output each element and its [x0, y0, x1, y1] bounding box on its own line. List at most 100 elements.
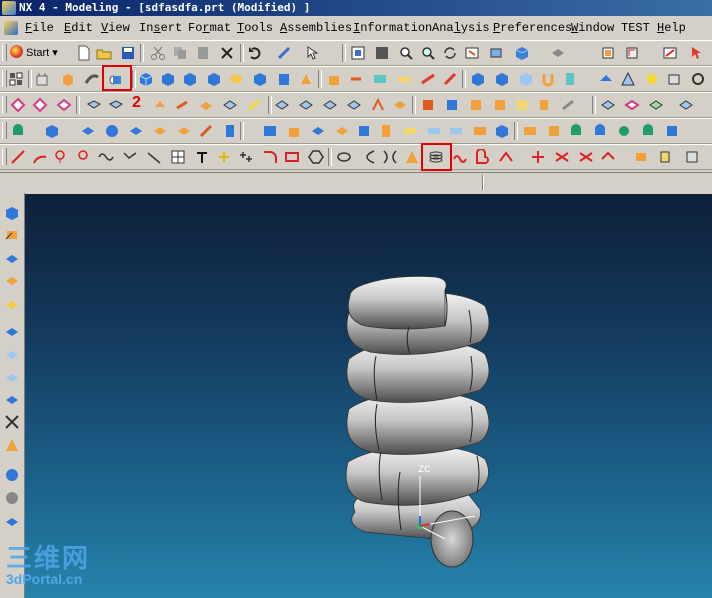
extrude-icon[interactable]	[34, 71, 50, 87]
face-blend-icon[interactable]	[444, 97, 460, 113]
text-icon[interactable]	[194, 149, 210, 165]
polygon-icon[interactable]	[308, 149, 324, 165]
menu-assemblies[interactable]: Assemblies	[279, 18, 353, 38]
unsuppress-feature-icon[interactable]	[174, 97, 190, 113]
law-extension-icon[interactable]	[402, 123, 418, 139]
transition-icon[interactable]	[494, 123, 510, 139]
hd3d-tools-icon[interactable]	[4, 296, 20, 312]
datum-plane-icon[interactable]	[598, 71, 614, 87]
process-studio-icon[interactable]	[4, 437, 20, 453]
repeat-command-icon[interactable]	[276, 45, 292, 61]
playback-icon[interactable]	[246, 97, 262, 113]
edit-positioning-icon[interactable]	[32, 97, 48, 113]
edge-change-icon[interactable]	[392, 97, 408, 113]
suppress-feature-icon[interactable]	[152, 97, 168, 113]
block-icon[interactable]	[138, 71, 154, 87]
general-conic-icon[interactable]	[404, 149, 420, 165]
hyperbola-icon[interactable]	[382, 149, 398, 165]
edit-object-icon[interactable]	[662, 45, 678, 61]
through-curve-mesh-icon[interactable]	[44, 123, 60, 139]
combined-projection-icon[interactable]	[658, 149, 674, 165]
manufacturing-wizards-icon[interactable]	[4, 490, 20, 506]
helix-tube-model[interactable]: ZC	[25, 194, 712, 598]
cylinder-icon[interactable]	[160, 71, 176, 87]
selection-filter-icon[interactable]	[304, 45, 320, 61]
palette-icon[interactable]	[4, 467, 20, 483]
sketch-icon[interactable]	[8, 71, 24, 87]
history-palette-icon[interactable]	[4, 346, 20, 362]
sew-icon[interactable]	[540, 71, 556, 87]
fill-surface-icon[interactable]	[426, 123, 442, 139]
pan-icon[interactable]	[464, 45, 480, 61]
basic-curves-icon[interactable]	[146, 149, 162, 165]
pad-icon[interactable]	[298, 71, 314, 87]
zoom-in-out-icon[interactable]	[420, 45, 436, 61]
visualization-icon[interactable]	[4, 513, 20, 529]
ellipse-icon[interactable]	[336, 149, 352, 165]
parabola-icon[interactable]	[360, 149, 376, 165]
point-icon[interactable]	[644, 71, 660, 87]
unite-icon[interactable]	[470, 71, 486, 87]
multi-point-icon[interactable]	[238, 149, 254, 165]
selection-icon[interactable]	[688, 45, 704, 61]
assembly-navigator-icon[interactable]	[4, 205, 20, 221]
edit-parameters-icon[interactable]	[10, 97, 26, 113]
history-icon[interactable]	[4, 250, 20, 266]
ruled-icon[interactable]	[80, 123, 96, 139]
offset-curve-icon[interactable]	[474, 149, 490, 165]
sine-curve-icon[interactable]	[98, 149, 114, 165]
soft-blend-icon[interactable]	[468, 97, 484, 113]
grid-icon[interactable]	[170, 149, 186, 165]
fillet-curve-icon[interactable]	[262, 149, 278, 165]
wrap-curve-icon[interactable]	[684, 149, 700, 165]
bridge-icon[interactable]	[492, 97, 508, 113]
zoom-window-icon[interactable]	[374, 45, 390, 61]
change-degree-icon[interactable]	[346, 97, 362, 113]
expression-icon[interactable]	[198, 97, 214, 113]
midsurface-icon[interactable]	[448, 123, 464, 139]
system-materials-icon[interactable]	[4, 369, 20, 385]
menu-format[interactable]: Format	[187, 18, 232, 38]
fit-view-icon[interactable]	[350, 45, 366, 61]
blend-icon[interactable]	[420, 71, 436, 87]
chamfer-icon[interactable]	[442, 71, 458, 87]
spline-icon[interactable]	[54, 149, 70, 165]
offset-face-icon[interactable]	[396, 71, 412, 87]
extract-icon[interactable]	[372, 71, 388, 87]
change-stiffness-icon[interactable]	[370, 97, 386, 113]
menu-test[interactable]: TEST	[620, 18, 651, 38]
section-curve-icon[interactable]	[554, 149, 570, 165]
delete-icon[interactable]	[219, 45, 235, 61]
subtract-icon[interactable]	[494, 71, 510, 87]
n-sided-icon[interactable]	[514, 97, 530, 113]
boss-icon[interactable]	[252, 71, 268, 87]
four-point-surface-icon[interactable]	[378, 123, 394, 139]
web-browser-icon[interactable]	[4, 323, 20, 339]
start-button[interactable]: Start ▾	[10, 44, 58, 62]
toolbar-grip[interactable]	[2, 122, 7, 139]
move-feature-icon[interactable]	[56, 97, 72, 113]
sphere-icon[interactable]	[206, 71, 222, 87]
helix-point-icon[interactable]	[76, 149, 92, 165]
deviation-icon[interactable]	[648, 97, 664, 113]
revolve-icon[interactable]	[60, 71, 76, 87]
surface-analysis-icon[interactable]	[600, 97, 616, 113]
toolbar-grip[interactable]	[2, 96, 7, 113]
drafting-icon[interactable]	[420, 97, 436, 113]
swept-icon[interactable]	[104, 123, 120, 139]
roles-icon[interactable]	[4, 414, 20, 430]
menu-view[interactable]: View	[100, 18, 131, 38]
bridge-curve-icon[interactable]	[600, 149, 616, 165]
move-pole-icon[interactable]	[322, 97, 338, 113]
curve-analysis-icon[interactable]	[624, 97, 640, 113]
new-file-icon[interactable]	[76, 45, 92, 61]
bridge-surface-icon[interactable]	[546, 123, 562, 139]
cone-icon[interactable]	[182, 71, 198, 87]
extract-curve-icon[interactable]	[578, 149, 594, 165]
cylinder-feature-icon[interactable]	[222, 123, 238, 139]
measure-icon[interactable]	[690, 71, 706, 87]
update-model-icon[interactable]	[222, 97, 238, 113]
arc-icon[interactable]	[32, 149, 48, 165]
intersection-curve-icon[interactable]	[530, 149, 546, 165]
pocket-icon[interactable]	[276, 71, 292, 87]
